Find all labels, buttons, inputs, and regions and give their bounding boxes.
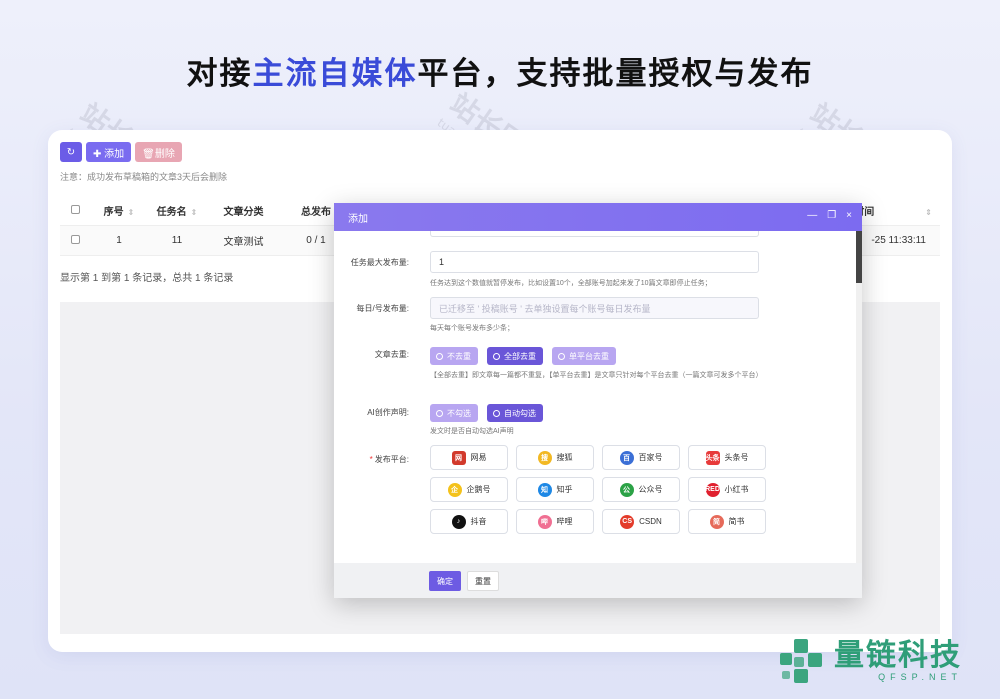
ai-declare-options: 不勾选 自动勾选 [430,404,543,422]
previous-field [430,231,759,237]
platform-logo-icon: 百 [619,450,634,465]
platform-label: 哔哩 [556,517,573,526]
add-button-label: ✚ 添加 [93,148,125,160]
platforms-label: * 发布平台: [369,455,409,464]
dedupe-option-none[interactable]: 不去重 [430,347,478,365]
notice-text: 注意：成功发布草稿箱的文章3天后会删除 [60,172,228,182]
platform-logo-icon: 企 [447,482,462,497]
delete-button-label: 🗑删除 [142,148,175,160]
dialog-footer: 确定 重置 [334,563,862,598]
close-icon[interactable]: × [846,211,852,221]
dedupe-option-platform[interactable]: 单平台去重 [552,347,616,365]
sort-icon: ⇕ [925,208,932,217]
platform-label: 百家号 [638,453,663,462]
add-button[interactable]: ✚ 添加 [86,142,132,162]
platform-label: CSDN [639,517,662,526]
maximize-icon[interactable]: ❐ [827,211,836,221]
minimize-icon[interactable]: — [807,211,817,221]
dialog-title: 添加 [348,213,368,225]
toolbar: ↻ ✚ 添加 🗑删除 [60,142,182,162]
refresh-button[interactable]: ↻ [60,142,82,162]
select-all-checkbox[interactable] [70,204,80,214]
row-checkbox[interactable] [70,234,80,244]
platform-logo-icon: 哔 [537,514,552,529]
dedupe-options: 不去重 全部去重 单平台去重 [430,347,616,365]
headline-part1: 对接 [186,56,253,92]
cell-category: 文章测试 [223,237,264,248]
max-publish-label: 任务最大发布量: [350,258,409,267]
sort-icon: ⇕ [190,208,198,217]
max-publish-input[interactable]: 1 [430,251,759,273]
brand-logo: 量链科技 QFSP.NET [776,631,992,691]
platform-logo-icon: CS [620,514,635,529]
ai-declare-label: AI创作声明: [367,408,409,417]
platform-label: 企鹅号 [466,485,491,494]
confirm-button[interactable]: 确定 [429,571,461,591]
platform-logo-icon: 知 [537,482,552,497]
delete-button[interactable]: 🗑删除 [135,142,182,162]
platform-logo-icon: 搜 [537,450,552,465]
ai-declare-option-off[interactable]: 不勾选 [430,404,478,422]
column-header[interactable]: 序号 ⇕ [90,203,148,218]
cell-task: 11 [171,235,183,246]
platform-label: 搜狐 [556,453,573,462]
refresh-icon: ↻ [66,146,76,158]
platform-option[interactable]: ♪ 抖音 [430,509,508,534]
platform-grid: 网网易搜搜狐百百家号 头条 头条号企企鹅号知知乎公公众号 RED 小红书 ♪ 抖音哔哔哩 CS… [430,445,766,534]
platform-option[interactable]: 头条 头条号 [688,445,766,470]
sort-icon: ⇕ [127,208,135,217]
dedupe-help: 【全部去重】即文章每一篇都不重复，【单平台去重】是文章只针对每个平台去重（一篇文… [430,372,763,379]
daily-publish-label: 每日/号发布量: [356,304,409,313]
dedupe-option-all[interactable]: 全部去重 [487,347,543,365]
platform-logo-icon: RED [705,482,720,497]
max-publish-help: 任务达到这个数值就暂停发布，比如设置10个，全部账号加起来发了10篇文章即停止任… [430,280,712,287]
ai-declare-help: 发文时是否自动勾选AI声明 [430,428,514,435]
platform-label: 简书 [728,517,745,526]
brand-mark-icon [776,635,828,687]
platform-option[interactable]: 公公众号 [602,477,680,502]
dialog-header: 添加 — ❐ × [334,203,862,231]
column-header[interactable]: 任务名 ⇕ [148,203,206,218]
platform-option[interactable]: 简简书 [688,509,766,534]
brand-url: QFSP.NET [878,672,962,682]
headline-part2: 平台，支持批量授权与发布 [417,56,814,92]
platform-logo-icon: 公 [619,482,634,497]
platform-option[interactable]: CS CSDN [602,509,680,534]
daily-publish-input[interactable]: 已迁移至 ' 投稿账号 ' 去单独设置每个账号每日发布量 [430,297,759,319]
platform-label: 头条号 [724,453,749,462]
platform-option[interactable]: RED 小红书 [688,477,766,502]
reset-button[interactable]: 重置 [467,571,499,591]
page-headline: 对接主流自媒体平台，支持批量授权与发布 [0,48,1000,93]
add-task-dialog: 添加 — ❐ × 任务最大发布量: 1 任务达到这个数值就暂停发布，比如设置10… [334,203,862,598]
column-header[interactable]: 建时间⇕ [844,203,932,218]
platform-label: 小红书 [724,485,749,494]
platform-logo-icon: ♪ [451,514,466,529]
platform-label: 抖音 [470,517,487,526]
headline-highlight: 主流自媒体 [252,56,418,92]
dedupe-label: 文章去重: [374,350,409,359]
brand-name: 量链科技 [834,638,962,673]
pagination-summary: 显示第 1 到第 1 条记录，总共 1 条记录 [60,273,234,284]
platform-option[interactable]: 知知乎 [516,477,594,502]
platform-option[interactable]: 百百家号 [602,445,680,470]
ai-declare-option-auto[interactable]: 自动勾选 [487,404,543,422]
platform-option[interactable]: 搜搜狐 [516,445,594,470]
platform-option[interactable]: 企企鹅号 [430,477,508,502]
cell-time: -25 11:33:11 [871,235,926,246]
column-header: 文章分类 [223,207,264,218]
platform-label: 知乎 [556,485,573,494]
platform-label: 网易 [470,453,487,462]
dialog-body: 任务最大发布量: 1 任务达到这个数值就暂停发布，比如设置10个，全部账号加起来… [334,231,856,563]
platform-logo-icon: 网 [451,450,466,465]
daily-publish-help: 每天每个账号发布多少条； [430,325,514,332]
platform-label: 公众号 [638,485,663,494]
cell-no: 1 [116,235,122,246]
platform-logo-icon: 头条 [705,450,720,465]
dialog-scrollbar[interactable] [856,231,862,563]
platform-option[interactable]: 哔哔哩 [516,509,594,534]
platform-logo-icon: 简 [709,514,724,529]
platform-option[interactable]: 网网易 [430,445,508,470]
